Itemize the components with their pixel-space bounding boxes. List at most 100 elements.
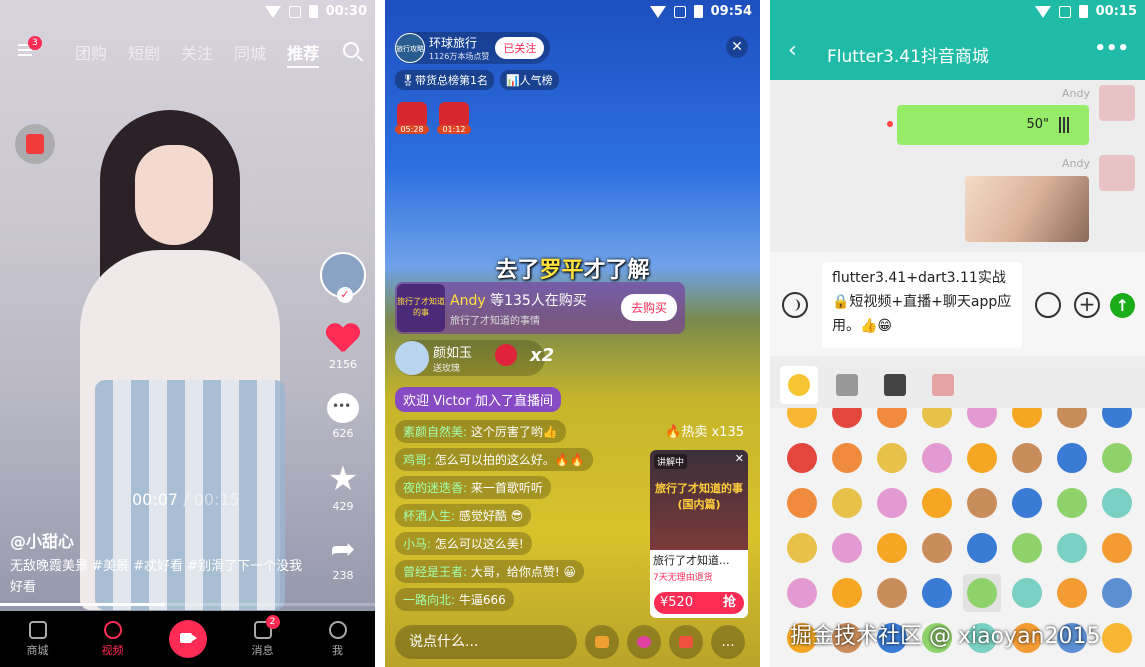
red-packet-icon[interactable] [15, 124, 55, 164]
emoji-icon[interactable] [967, 443, 997, 473]
emoji-icon[interactable] [1057, 408, 1087, 428]
rank-tag-sales[interactable]: 🎖带货总榜第1名 [395, 70, 494, 90]
emoji-icon[interactable] [787, 443, 817, 473]
like-heart-icon[interactable] [326, 324, 360, 354]
avatar[interactable] [1099, 85, 1135, 121]
emoji-icon[interactable] [922, 443, 952, 473]
comment-input[interactable]: 说点什么... [395, 625, 577, 659]
back-icon[interactable]: ‹ [788, 38, 797, 63]
more-icon[interactable]: ... [711, 625, 745, 659]
emoji-icon[interactable] [967, 488, 997, 518]
chat-user[interactable]: 夜的迷迭香: [403, 481, 467, 495]
emoji-icon[interactable] [877, 578, 907, 608]
author-name[interactable]: @小甜心 [10, 528, 74, 552]
emoji-icon[interactable] [832, 488, 862, 518]
emoji-icon[interactable] [1057, 533, 1087, 563]
emoji-icon[interactable] [1012, 533, 1042, 563]
emoji-icon[interactable] [1057, 488, 1087, 518]
emoji-icon[interactable] [877, 488, 907, 518]
rank-tag-popularity[interactable]: 📊人气榜 [499, 70, 559, 90]
gift-icon[interactable] [669, 625, 703, 659]
emoji-icon[interactable] [787, 488, 817, 518]
chat-user[interactable]: 小马: [403, 537, 431, 551]
emoji-icon[interactable] [832, 408, 862, 428]
product-card[interactable]: 旅行了才知道的事(国内篇) 讲解中 ✕ 旅行了才知道... 7天无理由退货 ¥5… [650, 450, 748, 618]
emoji-icon[interactable] [1057, 578, 1087, 608]
chat-user[interactable]: 杯酒人生: [403, 509, 455, 523]
red-packet-icon[interactable]: 01:12 [437, 102, 471, 134]
avatar[interactable] [1099, 155, 1135, 191]
emoji-icon[interactable] [922, 408, 952, 428]
lips-icon[interactable] [627, 625, 661, 659]
send-button[interactable]: ↑ [1110, 293, 1135, 318]
emoji-icon[interactable] [922, 578, 952, 608]
tab-nearby[interactable]: 同城 [234, 40, 266, 68]
emoji-icon[interactable] [1102, 623, 1132, 653]
camera-icon[interactable] [168, 620, 207, 658]
progress-bar[interactable] [0, 603, 375, 606]
voice-message[interactable]: 50" [897, 105, 1089, 145]
host-card[interactable]: 旅行攻略 环球旅行 1126万本场点赞 已关注 [395, 32, 551, 64]
emoji-icon[interactable] [877, 408, 907, 428]
emoji-icon[interactable] [1102, 408, 1132, 428]
nav-me[interactable]: 我 [313, 620, 363, 658]
close-icon[interactable]: ✕ [726, 36, 748, 58]
nav-video[interactable]: 视频 [88, 620, 138, 658]
nav-camera[interactable] [163, 620, 213, 658]
follow-check-icon[interactable]: ✓ [337, 287, 353, 303]
emoji-icon[interactable] [1012, 488, 1042, 518]
tab-sticker-1[interactable] [828, 366, 866, 404]
nav-mall[interactable]: 商城 [13, 620, 63, 658]
emoji-icon[interactable] [1012, 578, 1042, 608]
emoji-icon[interactable] [1102, 578, 1132, 608]
tab-recommend[interactable]: 推荐 [287, 40, 320, 68]
emoji-icon[interactable] [967, 533, 997, 563]
author-avatar[interactable]: ✓ [320, 252, 366, 303]
emoji-icon[interactable] [1057, 443, 1087, 473]
tab-sticker-2[interactable] [876, 366, 914, 404]
chat-user[interactable]: 鸡哥: [403, 453, 431, 467]
emoji-icon[interactable] [967, 408, 997, 428]
emoji-icon[interactable] [787, 578, 817, 608]
tab-sticker-3[interactable] [924, 366, 962, 404]
favorite-star-icon[interactable]: ★ [326, 462, 360, 496]
emoji-icon[interactable] [787, 408, 817, 428]
nav-messages[interactable]: 2 消息 [238, 614, 288, 658]
emoji-icon[interactable] [832, 443, 862, 473]
emoji-icon[interactable] [1102, 443, 1132, 473]
tab-short-drama[interactable]: 短剧 [128, 40, 160, 68]
chat-user[interactable]: 素颜自然美: [403, 425, 467, 439]
emoji-icon[interactable] [832, 578, 862, 608]
emoji-icon[interactable] [1012, 408, 1042, 428]
emoji-icon[interactable] [832, 533, 862, 563]
plus-icon[interactable]: + [1074, 292, 1100, 318]
close-icon[interactable]: ✕ [735, 452, 744, 465]
share-arrow-icon[interactable]: ➦ [326, 535, 360, 565]
voice-toggle-icon[interactable] [782, 292, 808, 318]
host-avatar[interactable]: 旅行攻略 [395, 33, 425, 63]
tab-emoji[interactable] [780, 366, 818, 404]
emoji-icon[interactable] [877, 533, 907, 563]
buy-now-button[interactable]: ¥520 抢 [654, 592, 744, 614]
more-icon[interactable]: ••• [1094, 38, 1129, 59]
emoji-icon[interactable] [1102, 533, 1132, 563]
tab-groupbuy[interactable]: 团购 [75, 40, 107, 68]
comment-icon[interactable] [327, 393, 359, 423]
emoji-icon[interactable] [877, 443, 907, 473]
emoji-icon[interactable] [967, 578, 997, 608]
emoji-icon[interactable] [787, 533, 817, 563]
chat-user[interactable]: 一路向北: [403, 593, 455, 607]
emoji-icon[interactable] [1035, 292, 1061, 318]
message-input[interactable]: flutter3.41+dart3.11实战🔒短视频+直播+聊天app应用。👍😁 [822, 262, 1022, 348]
emoji-icon[interactable] [922, 488, 952, 518]
chat-user[interactable]: 曾经是王者: [403, 565, 467, 579]
search-icon[interactable] [343, 42, 359, 58]
red-packet-icon[interactable]: 05:28 [395, 102, 429, 134]
follow-button[interactable]: 已关注 [495, 37, 545, 59]
emoji-icon[interactable] [922, 533, 952, 563]
emoji-icon[interactable] [1012, 443, 1042, 473]
image-message[interactable] [965, 176, 1089, 242]
shop-bag-icon[interactable] [585, 625, 619, 659]
purchase-notice[interactable]: 旅行了才知道的事 Andy 等135人在购买 旅行了才知道的事情 去购买 [395, 282, 685, 334]
tab-following[interactable]: 关注 [181, 40, 213, 68]
